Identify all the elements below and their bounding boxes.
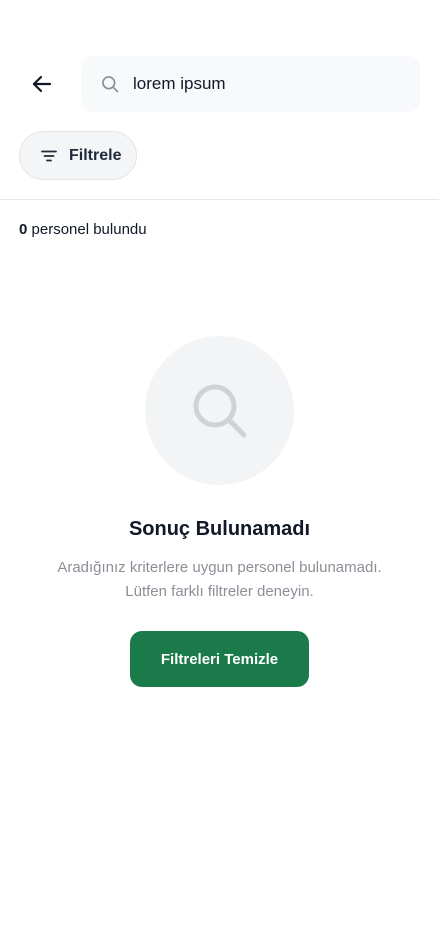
search-input[interactable] — [133, 64, 393, 104]
result-count: 0 personel bulundu — [19, 221, 147, 238]
arrow-left-icon — [32, 75, 52, 93]
back-button[interactable] — [24, 66, 60, 102]
screen: Filtrele 0 personel bulundu Sonuç Buluna… — [0, 0, 439, 951]
search-icon — [99, 73, 121, 95]
divider — [0, 199, 439, 200]
result-count-label: personel bulundu — [27, 221, 147, 238]
filter-button[interactable]: Filtrele — [19, 131, 137, 180]
header — [0, 56, 439, 112]
clear-filters-button[interactable]: Filtreleri Temizle — [130, 631, 309, 687]
empty-state-description: Aradığınız kriterlere uygun personel bul… — [57, 559, 382, 600]
empty-state-title: Sonuç Bulunamadı — [128, 518, 311, 540]
filter-lines-icon — [40, 147, 58, 165]
empty-state-illustration — [145, 336, 294, 485]
search-bar[interactable] — [81, 56, 420, 112]
filter-label: Filtrele — [69, 146, 122, 164]
search-icon — [193, 384, 246, 437]
